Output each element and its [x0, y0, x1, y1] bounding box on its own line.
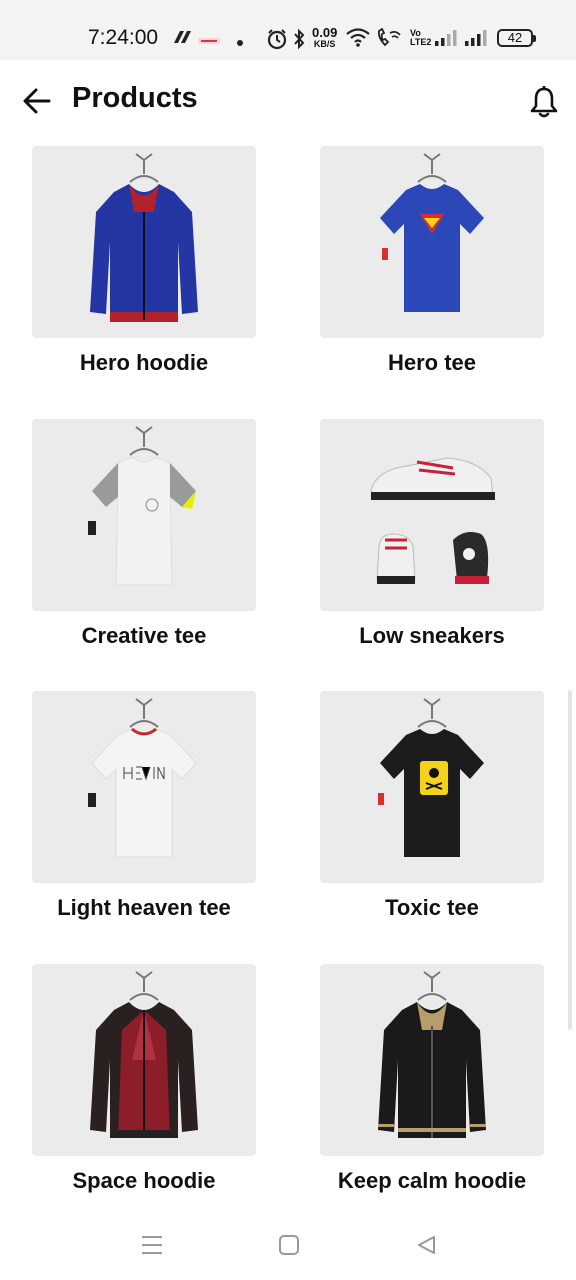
tee-illustration: [380, 153, 484, 312]
home-square-icon: [279, 1235, 299, 1255]
product-card[interactable]: Low sneakers: [320, 419, 544, 649]
recent-apps-button[interactable]: [132, 1230, 172, 1260]
product-card[interactable]: Keep calm hoodie: [320, 964, 544, 1194]
product-image: [32, 691, 256, 883]
status-bar: 7:24:00 0.09 KB/S Vo LTE2 42: [0, 0, 576, 60]
product-name: Creative tee: [81, 623, 207, 648]
hoodie-illustration: [90, 971, 198, 1138]
system-back-button[interactable]: [406, 1230, 446, 1260]
product-image: [32, 964, 256, 1156]
product-image: [32, 419, 256, 611]
product-card[interactable]: Toxic tee: [320, 691, 544, 921]
battery-indicator: 42: [497, 29, 536, 47]
wifi-icon: [346, 27, 370, 52]
notifications-button[interactable]: [524, 82, 564, 122]
wifi-calling-icon: [376, 27, 402, 53]
alarm-icon: [266, 28, 288, 55]
hoodie-illustration: [378, 971, 486, 1138]
volte-bottom: LTE2: [410, 37, 432, 47]
system-nav-bar: [0, 1212, 576, 1280]
network-speed-unit: KB/S: [313, 39, 336, 49]
product-name: Toxic tee: [385, 895, 479, 920]
network-speed: 0.09 KB/S: [312, 25, 338, 49]
tee-illustration: [378, 698, 484, 857]
product-name: Light heaven tee: [57, 895, 231, 920]
app-screen: 7:24:00 0.09 KB/S Vo LTE2 42 Products He…: [0, 0, 576, 1280]
dot-icon: [236, 34, 244, 52]
product-name: Space hoodie: [72, 1168, 216, 1193]
product-image: [320, 691, 544, 883]
bell-icon: [530, 86, 558, 118]
arrow-left-icon: [23, 88, 51, 114]
menu-icon: [142, 1236, 162, 1254]
product-card[interactable]: Hero tee: [320, 146, 544, 376]
product-name: Low sneakers: [359, 623, 505, 648]
product-image: [320, 419, 544, 611]
product-image: [320, 964, 544, 1156]
scroll-indicator[interactable]: [568, 690, 572, 1030]
bluetooth-icon: [292, 28, 306, 55]
app-bar: Products: [0, 60, 576, 140]
page-title: Products: [72, 82, 198, 114]
volte-indicator: Vo LTE2: [410, 29, 431, 47]
product-name: Keep calm hoodie: [337, 1168, 527, 1193]
home-button[interactable]: [269, 1230, 309, 1260]
product-card[interactable]: Light heaven tee: [32, 691, 256, 921]
tee-illustration: [88, 426, 196, 586]
app-notification-icon: [172, 29, 192, 52]
network-speed-value: 0.09: [312, 25, 338, 40]
app-notification-icon-2: [198, 33, 220, 51]
product-image: [32, 146, 256, 338]
product-name: Hero tee: [387, 350, 477, 375]
back-button[interactable]: [18, 82, 56, 120]
product-card[interactable]: Hero hoodie: [32, 146, 256, 376]
signal-icon-1: [435, 30, 459, 51]
sneakers-illustration: [370, 457, 495, 584]
product-image: [320, 146, 544, 338]
tee-illustration: [88, 698, 197, 858]
status-time: 7:24:00: [88, 26, 159, 49]
product-name: Hero hoodie: [79, 350, 209, 375]
signal-icon-2: [465, 30, 489, 51]
product-card[interactable]: Space hoodie: [32, 964, 256, 1194]
product-card[interactable]: Creative tee: [32, 419, 256, 649]
hoodie-illustration: [90, 153, 198, 322]
back-triangle-icon: [418, 1236, 435, 1254]
